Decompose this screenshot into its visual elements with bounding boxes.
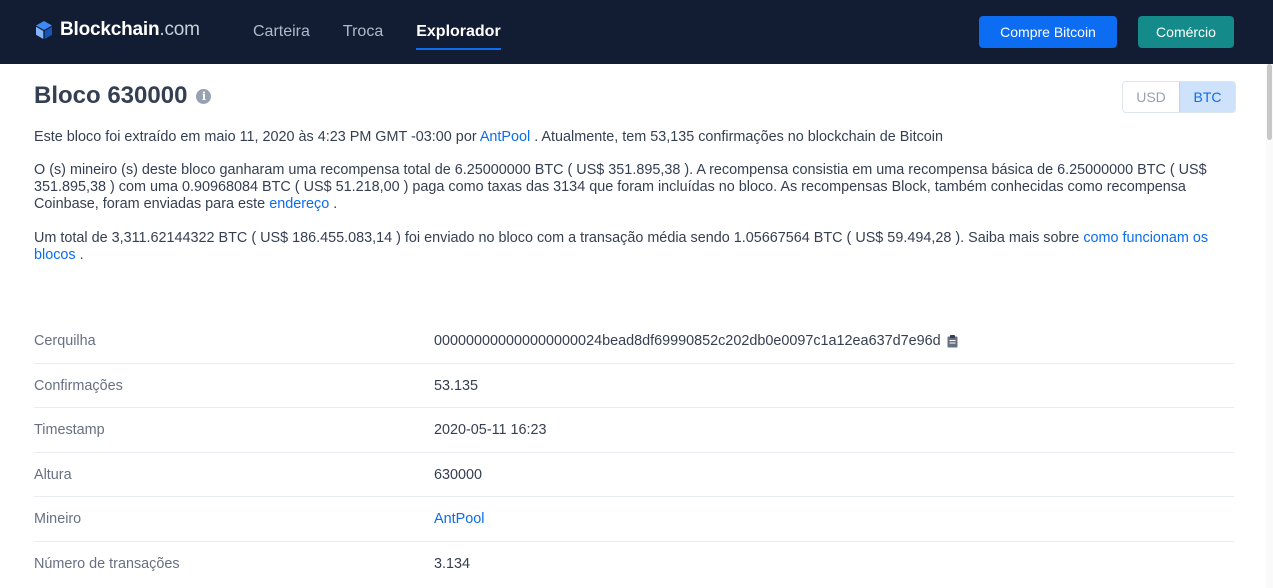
title-row: Bloco 630000 i <box>34 82 212 110</box>
block-summary-paragraph: Este bloco foi extraído em maio 11, 2020… <box>34 129 944 145</box>
table-row: Número de transações 3.134 <box>34 542 1234 587</box>
row-label: Confirmações <box>34 377 123 394</box>
row-label: Número de transações <box>34 555 180 572</box>
currency-btc-button[interactable]: BTC <box>1179 82 1235 112</box>
total-paragraph: Um total de 3,311.62144322 BTC ( US$ 186… <box>34 230 1209 263</box>
table-row: Altura 630000 <box>34 453 1234 498</box>
table-row: Cerquilha 000000000000000000024bead8df69… <box>34 319 1234 364</box>
table-row: Timestamp 2020-05-11 16:23 <box>34 408 1234 453</box>
miner-link[interactable]: AntPool <box>480 129 530 145</box>
block-details-table: Cerquilha 000000000000000000024bead8df69… <box>34 319 1234 587</box>
currency-usd-button[interactable]: USD <box>1123 82 1179 112</box>
main-nav: Carteira Troca Explorador <box>253 0 534 64</box>
info-icon[interactable]: i <box>196 88 212 104</box>
nav-carteira[interactable]: Carteira <box>253 0 310 64</box>
top-nav-bar: Blockchain.com Carteira Troca Explorador… <box>0 0 1273 64</box>
page-title: Bloco 630000 <box>34 82 188 109</box>
blockchain-cube-icon <box>36 21 52 39</box>
address-link[interactable]: endereço <box>269 196 329 212</box>
trade-button[interactable]: Comércio <box>1138 16 1234 48</box>
scrollbar-thumb[interactable] <box>1267 64 1272 140</box>
copy-icon[interactable] <box>947 334 958 348</box>
buy-bitcoin-button[interactable]: Compre Bitcoin <box>979 16 1117 48</box>
row-value: 53.135 <box>434 377 479 394</box>
row-value: 2020-05-11 16:23 <box>434 422 547 439</box>
table-row: Confirmações 53.135 <box>34 364 1234 409</box>
table-row: Mineiro AntPool <box>34 497 1234 542</box>
logo-text: Blockchain.com <box>60 19 200 40</box>
row-label: Cerquilha <box>34 333 96 349</box>
row-label: Timestamp <box>34 422 105 439</box>
miner-value-link[interactable]: AntPool <box>434 511 484 527</box>
row-value: 3.134 <box>434 555 471 572</box>
row-value: 630000 <box>434 466 483 483</box>
nav-explorador[interactable]: Explorador <box>416 0 502 64</box>
currency-toggle: USD BTC <box>1122 81 1236 113</box>
row-label: Mineiro <box>34 511 82 528</box>
page-scrollbar[interactable] <box>1266 64 1273 588</box>
blockchain-logo[interactable]: Blockchain.com <box>34 17 200 43</box>
nav-troca[interactable]: Troca <box>343 0 383 64</box>
reward-paragraph: O (s) mineiro (s) deste bloco ganharam u… <box>34 162 1207 212</box>
row-label: Altura <box>34 466 72 483</box>
hash-value: 000000000000000000024bead8df69990852c202… <box>434 333 958 349</box>
